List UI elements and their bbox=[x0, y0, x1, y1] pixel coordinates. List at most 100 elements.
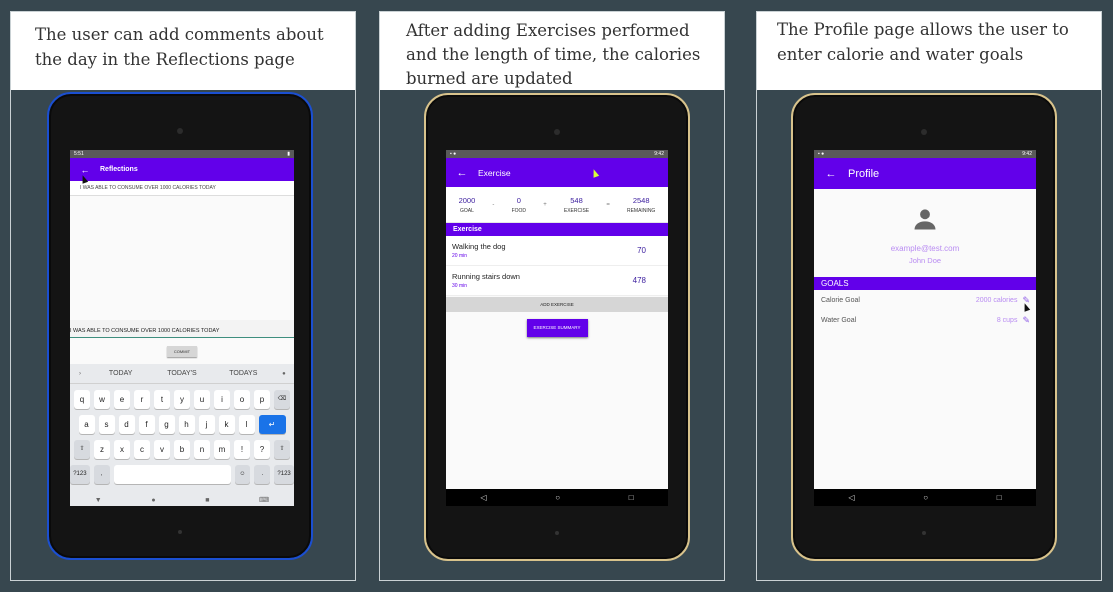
key[interactable]: c bbox=[134, 440, 150, 459]
key[interactable]: u bbox=[194, 390, 210, 409]
label: REMAINING bbox=[626, 207, 656, 214]
key[interactable]: z bbox=[94, 440, 110, 459]
tablet-frame: 5:51 ▮ ← Reflections I WAS ABLE TO CONSU… bbox=[47, 92, 313, 560]
nav-bar: ▼ ● ■ ⌨ bbox=[70, 494, 294, 506]
shift-icon[interactable]: ⇧ bbox=[274, 440, 290, 459]
nav-back-icon[interactable]: ◁ bbox=[848, 493, 854, 502]
status-time: 9:42 bbox=[1022, 151, 1032, 157]
camera bbox=[555, 531, 559, 535]
key-row: ?123 , ☺ . ?123 bbox=[70, 465, 294, 484]
add-exercise-button[interactable]: ADD EXERCISE bbox=[446, 297, 668, 312]
exercise-summary-button[interactable]: EXERCISE SUMMARY bbox=[526, 319, 588, 337]
key[interactable]: a bbox=[78, 415, 95, 434]
nav-home-icon[interactable]: ● bbox=[151, 497, 155, 504]
key[interactable]: h bbox=[178, 415, 195, 434]
caption: The Profile page allows the user to ente… bbox=[757, 12, 1101, 90]
enter-icon[interactable]: ↵ bbox=[258, 415, 286, 434]
arrow-back-icon[interactable]: ← bbox=[824, 168, 838, 180]
key[interactable]: p bbox=[254, 390, 270, 409]
pencil-icon[interactable]: ✎ bbox=[1022, 315, 1030, 326]
emoji-icon[interactable]: ☺ bbox=[234, 465, 251, 484]
camera bbox=[178, 530, 182, 534]
chevron-icon[interactable]: › bbox=[70, 371, 90, 377]
key[interactable]: ! bbox=[234, 440, 250, 459]
suggestion[interactable]: TODAY'S bbox=[151, 370, 212, 377]
key[interactable]: q bbox=[74, 390, 90, 409]
arrow-back-icon[interactable]: ← bbox=[456, 167, 468, 179]
exercise-duration: 20 min bbox=[452, 253, 468, 259]
app-bar: ← Reflections bbox=[70, 158, 294, 181]
value: 548 bbox=[570, 195, 583, 205]
key[interactable]: f bbox=[138, 415, 155, 434]
keyboard-icon[interactable]: ⌨ bbox=[259, 496, 269, 504]
key[interactable]: r bbox=[134, 390, 150, 409]
goal-value: 2000 calories bbox=[975, 296, 1018, 304]
key[interactable]: g bbox=[158, 415, 175, 434]
key[interactable]: ? bbox=[254, 440, 270, 459]
camera bbox=[177, 128, 183, 134]
symbols-key[interactable]: ?123 bbox=[70, 465, 90, 484]
key[interactable]: n bbox=[194, 440, 210, 459]
list-item[interactable]: Walking the dog 20 min 70 bbox=[446, 236, 668, 266]
key[interactable]: w bbox=[94, 390, 110, 409]
key[interactable]: s bbox=[98, 415, 115, 434]
key[interactable]: b bbox=[174, 440, 190, 459]
camera bbox=[554, 129, 560, 135]
goal-value-group: 8 cups ✎ bbox=[997, 315, 1030, 326]
key[interactable]: d bbox=[118, 415, 135, 434]
nav-back-icon[interactable]: ▼ bbox=[95, 497, 102, 504]
nav-home-icon[interactable]: ○ bbox=[555, 493, 560, 502]
nav-back-icon[interactable]: ◁ bbox=[480, 493, 486, 502]
profile-header: example@test.com John Doe bbox=[814, 189, 1036, 277]
nav-recent-icon[interactable]: ■ bbox=[205, 497, 209, 504]
arrow-back-icon[interactable]: ← bbox=[78, 165, 92, 175]
key[interactable]: y bbox=[174, 390, 190, 409]
page-title: Profile bbox=[848, 167, 880, 180]
comma-key[interactable]: , bbox=[93, 465, 110, 484]
key-row: ⇧ z x c v b n m ! ? ⇧ bbox=[70, 440, 294, 459]
key[interactable]: j bbox=[198, 415, 215, 434]
exercise-name: Running stairs down bbox=[452, 272, 520, 281]
key[interactable]: m bbox=[214, 440, 230, 459]
nav-home-icon[interactable]: ○ bbox=[923, 493, 928, 502]
section-header: Exercise bbox=[446, 223, 668, 236]
backspace-icon[interactable]: ⌫ bbox=[274, 390, 290, 409]
nav-recent-icon[interactable]: □ bbox=[997, 493, 1002, 502]
label: EXERCISE bbox=[563, 207, 590, 214]
suggestion[interactable]: TODAY bbox=[90, 370, 151, 377]
key[interactable]: e bbox=[114, 390, 130, 409]
nav-recent-icon[interactable]: □ bbox=[629, 493, 634, 502]
mic-icon[interactable]: ● bbox=[274, 371, 294, 377]
goal-row-calorie: Calorie Goal 2000 calories ✎ bbox=[814, 290, 1036, 310]
panel-reflections: The user can add comments about the day … bbox=[10, 11, 356, 581]
calorie-food: 0 FOOD bbox=[512, 196, 526, 214]
key[interactable]: v bbox=[154, 440, 170, 459]
symbols-key[interactable]: ?123 bbox=[274, 465, 294, 484]
key[interactable]: k bbox=[218, 415, 235, 434]
commit-button[interactable]: COMMIT bbox=[167, 346, 197, 357]
calorie-remaining: 2548 REMAINING bbox=[627, 196, 655, 214]
key[interactable]: l bbox=[238, 415, 255, 434]
profile-email: example@test.com bbox=[890, 244, 960, 253]
period-key[interactable]: . bbox=[254, 465, 271, 484]
app-bar: ← Profile bbox=[814, 158, 1036, 189]
profile-name: John Doe bbox=[908, 256, 942, 265]
status-icons: ▪ ● bbox=[818, 151, 825, 157]
key[interactable]: x bbox=[114, 440, 130, 459]
person-icon bbox=[914, 209, 936, 230]
key[interactable]: t bbox=[154, 390, 170, 409]
screen-reflections: 5:51 ▮ ← Reflections I WAS ABLE TO CONSU… bbox=[70, 150, 294, 506]
goal-row-water: Water Goal 8 cups ✎ bbox=[814, 310, 1036, 330]
key[interactable]: i bbox=[214, 390, 230, 409]
tablet-frame: ▪ ● 9:42 ← Profile example@test.com John… bbox=[791, 93, 1057, 561]
list-item[interactable]: Running stairs down 30 min 478 bbox=[446, 266, 668, 296]
key-row: a s d f g h j k l ↵ bbox=[70, 415, 294, 434]
exercise-info: Walking the dog 20 min bbox=[452, 242, 506, 259]
label: GOAL bbox=[459, 207, 474, 214]
reflection-input[interactable]: I WAS ABLE TO CONSUME OVER 1000 CALORIES… bbox=[70, 320, 294, 338]
suggestion[interactable]: TODAYS bbox=[213, 370, 274, 377]
key[interactable]: o bbox=[234, 390, 250, 409]
shift-icon[interactable]: ⇧ bbox=[74, 440, 90, 459]
suggestion-strip: › TODAY TODAY'S TODAYS ● bbox=[70, 364, 294, 384]
space-key[interactable] bbox=[113, 465, 231, 484]
